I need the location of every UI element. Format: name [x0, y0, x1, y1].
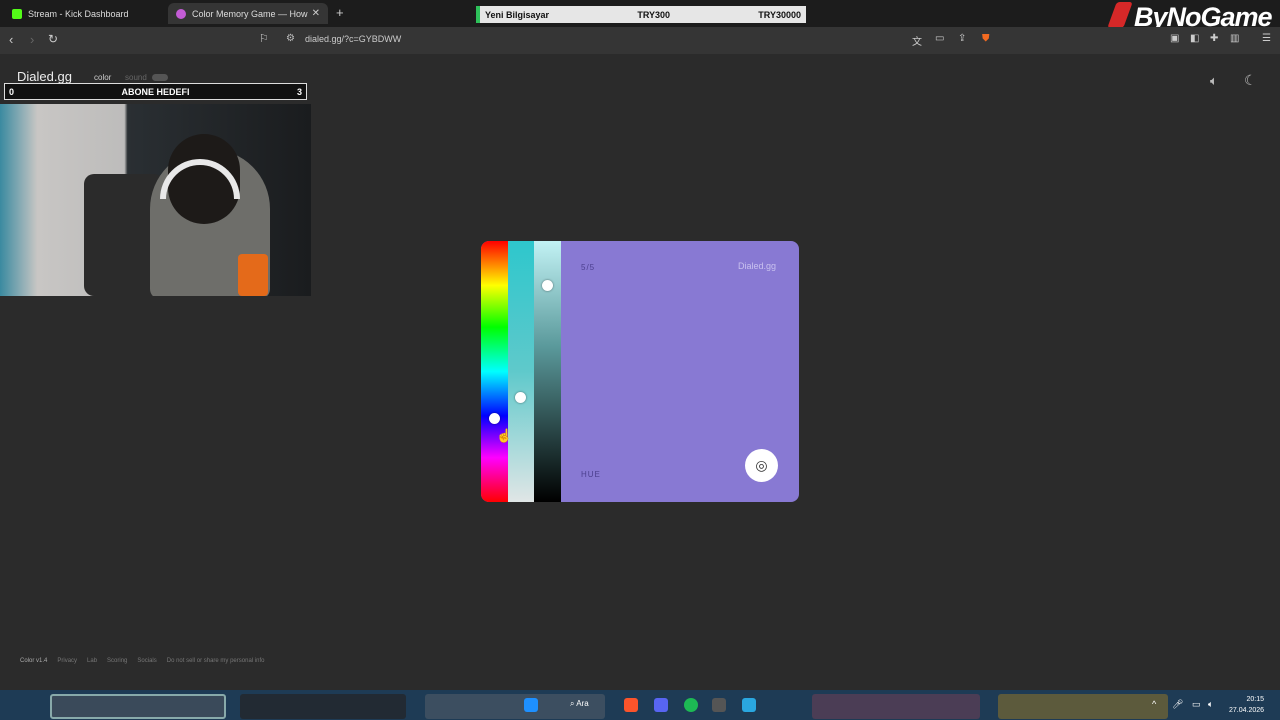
nav-sound-link[interactable]: sound	[125, 73, 147, 82]
goal-end: 3	[296, 86, 302, 97]
lightness-slider[interactable]	[534, 241, 561, 502]
bynogame-mark-icon	[1107, 2, 1133, 28]
site-brand[interactable]: Dialed.gg	[17, 69, 72, 84]
sound-toggle-icon[interactable]: 🔈︎	[1210, 73, 1218, 89]
hue-slider-knob[interactable]	[489, 413, 500, 424]
subscriber-goal-bar: 0 ABONE HEDEFI 3	[4, 83, 307, 100]
footer-socials-link[interactable]: Socials	[137, 658, 156, 664]
hand-cursor-icon: ☝	[496, 428, 513, 443]
new-tab-button[interactable]: +	[336, 5, 344, 20]
extension-icon[interactable]: ▣	[1170, 33, 1179, 44]
app-icon[interactable]	[742, 698, 756, 712]
tray-volume-icon[interactable]: 🔈︎	[1208, 699, 1213, 710]
taskbar-thumbnail[interactable]	[812, 694, 980, 719]
brave-shield-icon[interactable]: ⛊	[982, 33, 990, 44]
page: Dialed.gg color sound 0 ABONE HEDEFI 3 🔈…	[0, 54, 1280, 690]
tray-chevron-icon[interactable]: ^	[1152, 699, 1156, 709]
footer-scoring-link[interactable]: Scoring	[107, 658, 127, 664]
tab-color-game[interactable]: Color Memory Game — How ✕	[168, 3, 328, 24]
round-counter: 5/5	[581, 263, 596, 272]
browser-toolbar: ‹ › ↻ ⚐ ⚙ dialed.gg/?c=GYBDWW 文 ▭ ⇪ ⛊ ▣ …	[0, 27, 1280, 54]
footer-privacy-opt-out-link[interactable]: Do not sell or share my personal info	[167, 658, 265, 664]
donation-target: TRY30000	[758, 9, 801, 20]
footer-version: Color v1.4	[20, 658, 48, 664]
clock-date: 27.04.2026	[1229, 707, 1265, 714]
donation-current: TRY300	[637, 9, 671, 20]
discord-icon[interactable]	[654, 698, 668, 712]
tab-label: Stream - Kick Dashboard	[28, 8, 129, 19]
tray-mic-icon[interactable]: 🎤︎	[1172, 699, 1183, 710]
menu-icon[interactable]: ☰	[1262, 33, 1271, 44]
color-game-card: 5/5 Dialed.gg HUE ◎	[481, 241, 799, 502]
tab-kick-dashboard[interactable]: Stream - Kick Dashboard	[4, 3, 164, 24]
taskbar-clock[interactable]: 20:15 27.04.2026	[1229, 694, 1264, 716]
footer-lab-link[interactable]: Lab	[87, 658, 97, 664]
bookmark-icon[interactable]: ⚐	[259, 32, 269, 45]
goal-start: 0	[9, 86, 15, 97]
wallet-icon[interactable]: ◧	[1190, 33, 1199, 44]
brave-icon[interactable]	[624, 698, 638, 712]
donation-goal-label: Yeni Bilgisayar	[485, 9, 550, 20]
browser-tab-strip: Stream - Kick Dashboard Color Memory Gam…	[0, 0, 1280, 32]
spotify-icon[interactable]	[684, 698, 698, 712]
close-tab-icon[interactable]: ✕	[312, 8, 320, 19]
saturation-slider-knob[interactable]	[515, 392, 526, 403]
translate-icon[interactable]: 文	[912, 33, 922, 48]
kick-icon	[12, 8, 22, 19]
taskbar-thumbnail[interactable]	[998, 694, 1168, 719]
windows-start-icon[interactable]	[524, 698, 538, 712]
submit-target-button[interactable]: ◎	[745, 449, 778, 482]
taskbar-thumbnail[interactable]	[50, 694, 226, 719]
puzzle-icon[interactable]: ✚	[1210, 33, 1218, 44]
site-settings-icon[interactable]: ⚙	[286, 33, 295, 44]
url-field[interactable]: dialed.gg/?c=GYBDWW	[305, 34, 401, 44]
goal-label: ABONE HEDEFI	[121, 86, 190, 97]
donation-goal-bar: Yeni Bilgisayar TRY300 TRY30000	[476, 6, 806, 23]
back-icon[interactable]: ‹	[9, 32, 13, 47]
channel-hint: HUE	[581, 470, 601, 479]
nav-color-link[interactable]: color	[94, 73, 111, 82]
card-brand: Dialed.gg	[738, 261, 777, 271]
dialed-favicon-icon	[176, 8, 186, 19]
windows-taskbar: ⌕ Ara ^ 🎤︎ ▭ 🔈︎ 20:15 27.04.2026	[0, 690, 1280, 720]
saturation-slider[interactable]	[508, 241, 534, 502]
clock-time: 20:15	[1246, 696, 1265, 703]
cast-icon[interactable]: ▭	[935, 33, 944, 44]
tray-network-icon[interactable]: ▭	[1192, 699, 1201, 710]
target-icon: ◎	[755, 457, 768, 473]
forward-icon[interactable]: ›	[30, 32, 34, 47]
lightness-slider-knob[interactable]	[542, 280, 553, 291]
footer-privacy-link[interactable]: Privacy	[57, 658, 77, 664]
app-icon[interactable]	[712, 698, 726, 712]
hue-slider[interactable]	[481, 241, 508, 502]
taskbar-thumbnail[interactable]	[240, 694, 406, 719]
dark-mode-icon[interactable]: ☾	[1244, 72, 1257, 89]
site-footer: Color v1.4 Privacy Lab Scoring Socials D…	[20, 658, 264, 664]
taskbar-search[interactable]: ⌕ Ara	[570, 699, 589, 709]
share-icon[interactable]: ⇪	[958, 33, 966, 44]
sidebar-icon[interactable]: ▥	[1230, 33, 1239, 44]
webcam-cup	[238, 254, 268, 296]
reload-icon[interactable]: ↻	[48, 32, 58, 46]
sound-badge	[152, 74, 168, 81]
tab-label: Color Memory Game — How	[192, 8, 308, 19]
webcam-overlay	[0, 104, 311, 296]
